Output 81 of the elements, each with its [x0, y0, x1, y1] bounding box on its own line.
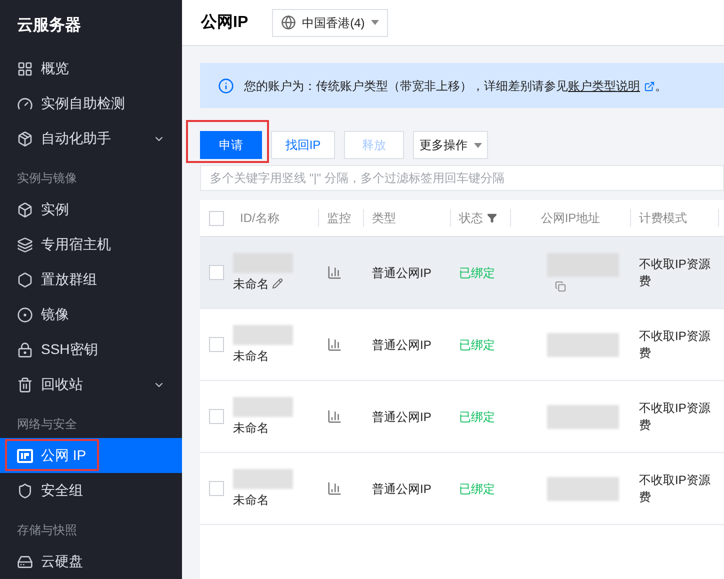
external-link-icon — [644, 80, 655, 92]
hexagon-icon — [17, 272, 33, 288]
ip-type: 普通公网IP — [372, 410, 432, 424]
column-header: 监控 — [327, 210, 351, 227]
blurred-block — [547, 332, 619, 356]
column-header: 状态 — [459, 210, 483, 227]
globe-icon — [281, 15, 296, 30]
ip-type: 普通公网IP — [372, 338, 432, 352]
sidebar-title: 云服务器 — [16, 16, 82, 36]
status-text: 已绑定 — [459, 338, 495, 352]
caret-icon — [474, 142, 482, 148]
checkbox[interactable] — [208, 481, 224, 496]
region-select[interactable]: 中国香港(4) — [272, 8, 388, 36]
status-text: 已绑定 — [459, 266, 495, 280]
sidebar-item[interactable]: 实例 — [0, 192, 182, 227]
section-heading: 网络与安全 — [16, 416, 78, 433]
search-field[interactable]: 多个关键字用竖线 "|" 分隔，多个过滤标签用回车键分隔 — [200, 165, 724, 191]
sidebar-item[interactable]: 概览 — [0, 51, 182, 86]
column-header: ID/名称 — [240, 210, 280, 227]
edit-icon[interactable] — [272, 278, 283, 289]
trash-icon — [17, 376, 33, 392]
sidebar-item[interactable]: SSH密钥 — [0, 332, 182, 367]
instance-name: 未命名 — [233, 492, 269, 508]
sidebar-item[interactable]: 云硬盘 — [0, 544, 182, 579]
page-title: 公网IP — [201, 12, 248, 32]
checkbox[interactable] — [208, 210, 224, 226]
column-header: 公网IP地址 — [540, 210, 600, 227]
target-icon — [17, 306, 33, 322]
billing-mode: 不收取IP资源费 — [639, 256, 712, 290]
column-header: 类型 — [372, 210, 396, 227]
info-icon — [218, 78, 234, 94]
table-row[interactable]: 未命名 普通公网IP 已绑定 不收取IP资源费 — [200, 237, 724, 309]
instance-name: 未命名 — [233, 276, 269, 292]
action-button[interactable]: 申请 — [200, 131, 262, 159]
ip-icon — [17, 448, 33, 462]
lock-icon — [17, 342, 33, 358]
layers-icon — [17, 236, 33, 252]
grid-icon — [17, 60, 33, 76]
checkbox[interactable] — [208, 265, 224, 280]
bar-chart-icon[interactable] — [327, 409, 342, 424]
billing-mode: 不收取IP资源费 — [639, 328, 712, 362]
blurred-block — [547, 404, 619, 428]
action-button[interactable]: 找回IP — [271, 131, 335, 159]
sidebar-item[interactable]: 自动化助手 — [0, 121, 182, 156]
sidebar-item[interactable]: 安全组 — [0, 473, 182, 508]
checkbox[interactable] — [208, 409, 224, 424]
column-header: 计费模式 — [639, 210, 687, 227]
sidebar-item[interactable]: 回收站 — [0, 367, 182, 402]
sidebar-item[interactable]: 置放群组 — [0, 262, 182, 297]
sidebar-item[interactable]: 专用宿主机 — [0, 227, 182, 262]
caret-icon — [370, 20, 379, 25]
copy-icon[interactable] — [555, 281, 566, 292]
blurred-block — [547, 476, 619, 500]
ip-type: 普通公网IP — [372, 266, 432, 280]
ip-type: 普通公网IP — [372, 482, 432, 496]
sidebar-item[interactable]: 镜像 — [0, 297, 182, 332]
account-type-link[interactable]: 账户类型说明 — [568, 78, 640, 92]
status-text: 已绑定 — [459, 482, 495, 496]
checkbox[interactable] — [208, 337, 224, 352]
filter-icon[interactable] — [487, 213, 497, 223]
instance-name: 未命名 — [233, 348, 269, 364]
shield-icon — [17, 482, 33, 498]
sidebar-item[interactable]: 公网 IP — [0, 438, 182, 473]
bar-chart-icon[interactable] — [327, 265, 342, 280]
package-icon — [17, 130, 33, 146]
bar-chart-icon[interactable] — [327, 481, 342, 496]
billing-mode: 不收取IP资源费 — [639, 400, 712, 434]
cube-icon — [17, 202, 33, 218]
blurred-block — [233, 324, 293, 344]
sidebar-item[interactable]: 实例自助检测 — [0, 86, 182, 121]
status-text: 已绑定 — [459, 410, 495, 424]
dropdown-button[interactable]: 更多操作 — [413, 131, 488, 159]
billing-mode: 不收取IP资源费 — [639, 472, 712, 506]
gauge-icon — [17, 96, 33, 112]
bar-chart-icon[interactable] — [327, 337, 342, 352]
notice-text: 您的账户为：传统账户类型（带宽非上移），详细差别请参见账户类型说明 。 — [244, 78, 667, 94]
section-heading: 存储与快照 — [16, 522, 78, 539]
instance-name: 未命名 — [233, 420, 269, 436]
blurred-block — [233, 468, 293, 488]
section-heading: 实例与镜像 — [16, 170, 78, 187]
blurred-block — [233, 396, 293, 416]
